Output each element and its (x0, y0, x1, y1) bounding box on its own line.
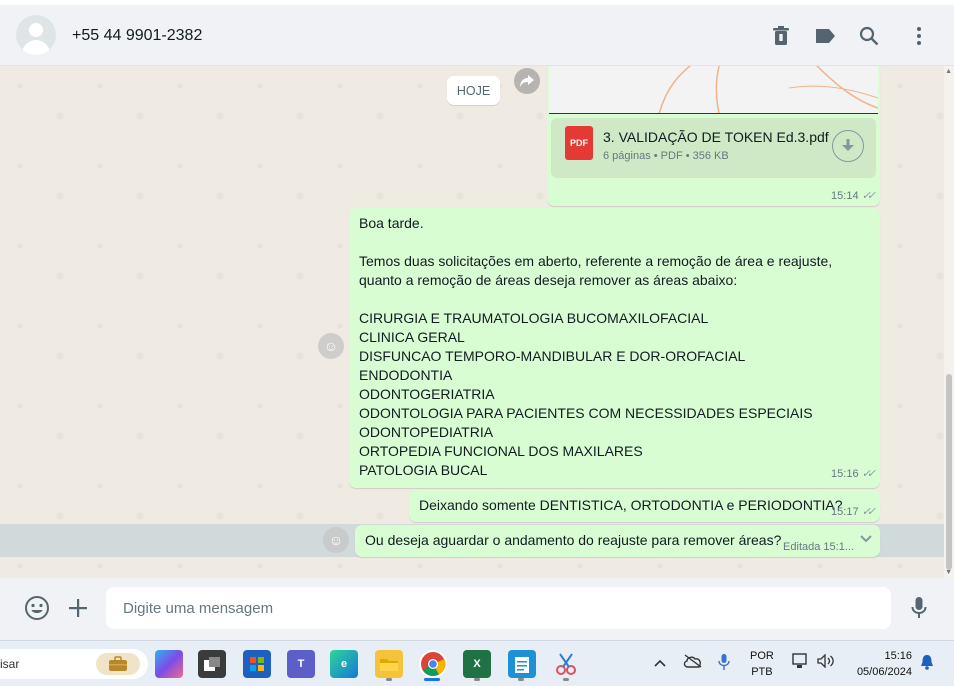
attach-plus-icon[interactable] (64, 594, 92, 622)
language-indicator[interactable]: POR PTB (750, 648, 774, 680)
task-view-icon[interactable] (198, 650, 226, 678)
pdf-file-icon: PDF (565, 126, 593, 160)
double-check-icon: ✓✓ (861, 190, 877, 202)
microphone-icon[interactable] (905, 594, 933, 622)
clock-date: 05/06/2024 (856, 666, 912, 678)
search-icon[interactable] (856, 23, 882, 49)
notepad-icon[interactable] (508, 650, 536, 678)
message-line: DISFUNCAO TEMPORO-MANDIBULAR E DOR-OROFA… (359, 348, 746, 364)
time-text: 15:14 (831, 189, 859, 202)
excel-icon[interactable]: X (463, 650, 491, 678)
message-line: ODONTOGERIATRIA (359, 386, 495, 402)
time-text: 15:16 (831, 468, 859, 480)
delete-archive-icon[interactable] (768, 23, 794, 49)
download-icon[interactable] (832, 130, 864, 162)
date-chip: HOJE (447, 76, 500, 105)
chat-area[interactable]: PDF 3. VALIDAÇÃO DE TOKEN Ed.3.pdf 6 pág… (0, 66, 954, 578)
message-line (359, 233, 870, 252)
language-code: POR (750, 650, 774, 662)
network-icon[interactable] (792, 653, 810, 672)
onedrive-offline-icon[interactable] (683, 654, 703, 671)
message-line: PATOLOGIA BUCAL (359, 462, 488, 478)
emoji-icon[interactable] (23, 594, 51, 622)
message-line (359, 290, 870, 309)
clock-time: 15:16 (884, 650, 912, 662)
message-line: ODONTOLOGIA PARA PACIENTES COM NECESSIDA… (359, 405, 813, 421)
message-line: ODONTOPEDIATRIA (359, 424, 494, 440)
message-line: Boa tarde. (359, 215, 424, 231)
message-line: Temos duas solicitações em aberto, refer… (359, 253, 833, 269)
notification-bell-icon[interactable] (920, 654, 934, 673)
copilot-icon[interactable] (155, 650, 183, 678)
chevron-down-icon[interactable] (860, 532, 872, 546)
scroll-up-icon[interactable]: ▲ (945, 68, 952, 75)
message-input[interactable] (106, 587, 891, 629)
scroll-down-icon[interactable]: ▼ (945, 569, 952, 576)
message-time: 15:14 ✓✓ (831, 189, 877, 203)
emoji-reaction-icon[interactable]: ☺ (318, 333, 344, 359)
file-explorer-icon[interactable] (375, 650, 403, 678)
chat-scrollbar[interactable]: ▲ ▼ (944, 66, 954, 578)
app-running-indicator (563, 678, 569, 681)
message-line: CLINICA GERAL (359, 329, 465, 345)
message-bubble[interactable]: Boa tarde. Temos duas solicitações em ab… (349, 208, 880, 488)
app-active-indicator (424, 678, 440, 681)
contact-name[interactable]: +55 44 9901-2382 (72, 27, 202, 45)
teams-icon[interactable]: T (287, 650, 315, 678)
document-card[interactable]: PDF 3. VALIDAÇÃO DE TOKEN Ed.3.pdf 6 pág… (551, 118, 876, 178)
chrome-icon[interactable] (419, 650, 447, 678)
avatar-body (22, 40, 50, 55)
scrollbar-thumb[interactable] (946, 374, 952, 570)
avatar-head (29, 23, 43, 37)
document-file-name: 3. VALIDAÇÃO DE TOKEN Ed.3.pdf (603, 129, 829, 145)
app-running-indicator (518, 678, 524, 681)
microsoft-store-icon[interactable] (243, 650, 271, 678)
snipping-tool-icon[interactable] (552, 650, 580, 678)
contact-avatar[interactable] (16, 15, 56, 55)
document-meta: 6 páginas • PDF • 356 KB (603, 150, 729, 162)
edited-label: Editada 15:1... (783, 541, 854, 553)
forward-icon[interactable] (514, 68, 540, 94)
message-line: quanto a remoção de áreas deseja remover… (359, 272, 738, 288)
taskbar-search[interactable]: isar (0, 649, 148, 679)
volume-icon[interactable] (817, 653, 835, 671)
double-check-icon: ✓✓ (861, 506, 877, 518)
time-text: 15:17 (831, 505, 859, 518)
system-clock[interactable]: 15:16 05/06/2024 (848, 648, 912, 680)
message-time: 15:16 ✓✓ (831, 465, 877, 484)
menu-kebab-icon[interactable] (906, 23, 932, 49)
document-message[interactable]: PDF 3. VALIDAÇÃO DE TOKEN Ed.3.pdf 6 pág… (547, 66, 880, 206)
windows-taskbar: isar T e X POR PTB 15:16 05/06/2024 (0, 640, 954, 686)
message-line: ENDODONTIA (359, 367, 453, 383)
app-running-indicator (474, 678, 480, 681)
edge-icon[interactable]: e (330, 650, 358, 678)
chat-header: +55 44 9901-2382 (0, 0, 954, 66)
message-text: Deixando somente DENTISTICA, ORTODONTIA … (419, 497, 843, 513)
message-bubble[interactable]: Ou deseja aguardar o andamento do reajus… (355, 525, 880, 557)
keyboard-layout: PTB (751, 666, 773, 678)
message-composer (0, 578, 954, 640)
double-check-icon: ✓✓ (861, 468, 877, 480)
message-bubble[interactable]: Deixando somente DENTISTICA, ORTODONTIA … (409, 490, 880, 522)
document-preview[interactable] (549, 66, 878, 114)
app-running-indicator (386, 678, 392, 681)
label-icon[interactable] (812, 23, 838, 49)
message-line: CIRURGIA E TRAUMATOLOGIA BUCOMAXILOFACIA… (359, 310, 709, 326)
microphone-in-use-icon[interactable] (718, 653, 730, 674)
briefcase-icon[interactable] (96, 653, 140, 675)
show-hidden-icons-chevron-icon[interactable] (654, 655, 666, 670)
message-time: 15:17 ✓✓ (831, 505, 877, 519)
message-text: Ou deseja aguardar o andamento do reajus… (365, 532, 782, 548)
emoji-reaction-icon[interactable]: ☺ (323, 527, 349, 553)
taskbar-search-text: isar (0, 657, 20, 671)
message-line: ORTOPEDIA FUNCIONAL DOS MAXILARES (359, 443, 643, 459)
